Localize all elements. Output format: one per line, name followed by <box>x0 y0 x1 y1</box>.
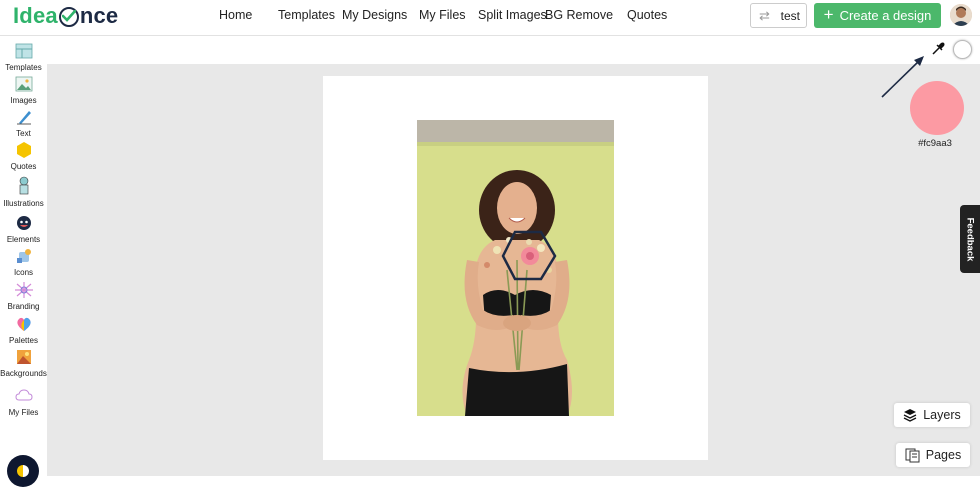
moon-icon <box>17 465 29 477</box>
sidebar-label-text: Text <box>16 129 31 138</box>
workspace-switch-button[interactable]: ⇄ test <box>750 3 807 28</box>
color-option-white[interactable] <box>953 40 972 59</box>
backgrounds-icon <box>16 350 31 364</box>
nav-split-images[interactable]: Split Images <box>478 8 547 22</box>
sidebar-item-branding[interactable]: Branding <box>0 282 47 311</box>
sidebar-item-images[interactable]: Images <box>0 76 47 105</box>
nav-templates[interactable]: Templates <box>278 8 335 22</box>
logo-check-icon <box>58 7 79 27</box>
sidebar-item-text[interactable]: Text <box>0 109 47 138</box>
nav-my-designs[interactable]: My Designs <box>342 8 407 22</box>
elements-icon <box>16 216 31 230</box>
sidebar-item-elements[interactable]: Elements <box>0 215 47 244</box>
user-avatar[interactable] <box>950 4 972 26</box>
ideaonce-logo[interactable]: Idea nce <box>13 3 118 29</box>
pages-button[interactable]: Pages <box>896 443 970 467</box>
images-icon <box>15 76 32 92</box>
sidebar-label-backgrounds: Backgrounds <box>0 369 47 378</box>
templates-icon <box>15 43 32 59</box>
feedback-label: Feedback <box>964 217 976 261</box>
create-design-label: Create a design <box>839 8 932 23</box>
left-sidebar: Templates Images Text Quotes Illustratio… <box>0 37 47 487</box>
selected-color-hex: #fc9aa3 <box>918 138 952 149</box>
sidebar-label-illustrations: Illustrations <box>3 199 44 208</box>
sidebar-item-templates[interactable]: Templates <box>0 43 47 72</box>
sidebar-item-illustrations[interactable]: Illustrations <box>0 175 47 208</box>
workspace-switch-label: test <box>780 8 800 23</box>
illustrations-icon <box>19 176 28 195</box>
sidebar-item-quotes[interactable]: Quotes <box>0 142 47 171</box>
sidebar-label-my-files: My Files <box>8 408 39 417</box>
logo-text-nce: nce <box>79 3 119 28</box>
canvas-photo[interactable] <box>417 120 614 416</box>
branding-icon <box>14 282 33 298</box>
nav-bg-remove[interactable]: BG Remove <box>545 8 613 22</box>
sidebar-item-my-files[interactable]: My Files <box>0 388 47 417</box>
layers-icon <box>903 409 917 422</box>
sidebar-label-icons: Icons <box>13 268 34 277</box>
palettes-icon <box>16 317 31 331</box>
quotes-icon <box>16 142 31 158</box>
logo-text-idea: Idea <box>13 3 58 28</box>
create-design-button[interactable]: + Create a design <box>814 3 941 28</box>
my-files-icon <box>14 389 33 401</box>
sidebar-item-backgrounds[interactable]: Backgrounds <box>0 349 47 378</box>
pages-label: Pages <box>925 448 962 462</box>
nav-quotes[interactable]: Quotes <box>627 8 667 22</box>
sidebar-label-elements: Elements <box>6 235 41 244</box>
sidebar-label-palettes: Palettes <box>9 336 38 345</box>
sidebar-item-icons[interactable]: Icons <box>0 248 47 277</box>
editor-toolstrip <box>47 37 980 64</box>
swap-arrows-icon: ⇄ <box>759 8 770 23</box>
top-bar: Idea nce Home Templates My Designs My Fi… <box>0 0 980 36</box>
pages-icon <box>905 448 920 462</box>
woman-with-flowers-image <box>417 120 614 416</box>
nav-home[interactable]: Home <box>219 8 252 22</box>
feedback-tab[interactable]: Feedback <box>960 205 980 273</box>
eyedropper-icon[interactable] <box>931 42 945 56</box>
sidebar-label-images: Images <box>10 96 37 105</box>
plus-icon: + <box>823 5 834 24</box>
sidebar-item-palettes[interactable]: Palettes <box>0 316 47 345</box>
sidebar-label-branding: Branding <box>7 302 40 311</box>
layers-label: Layers <box>923 408 961 422</box>
selected-color-swatch[interactable] <box>910 81 964 135</box>
sidebar-label-templates: Templates <box>5 63 42 72</box>
icons-icon <box>16 249 31 263</box>
sidebar-label-quotes: Quotes <box>10 162 37 171</box>
text-icon <box>16 111 31 125</box>
layers-button[interactable]: Layers <box>894 403 970 427</box>
nav-my-files[interactable]: My Files <box>419 8 466 22</box>
help-chat-button[interactable] <box>7 455 39 487</box>
